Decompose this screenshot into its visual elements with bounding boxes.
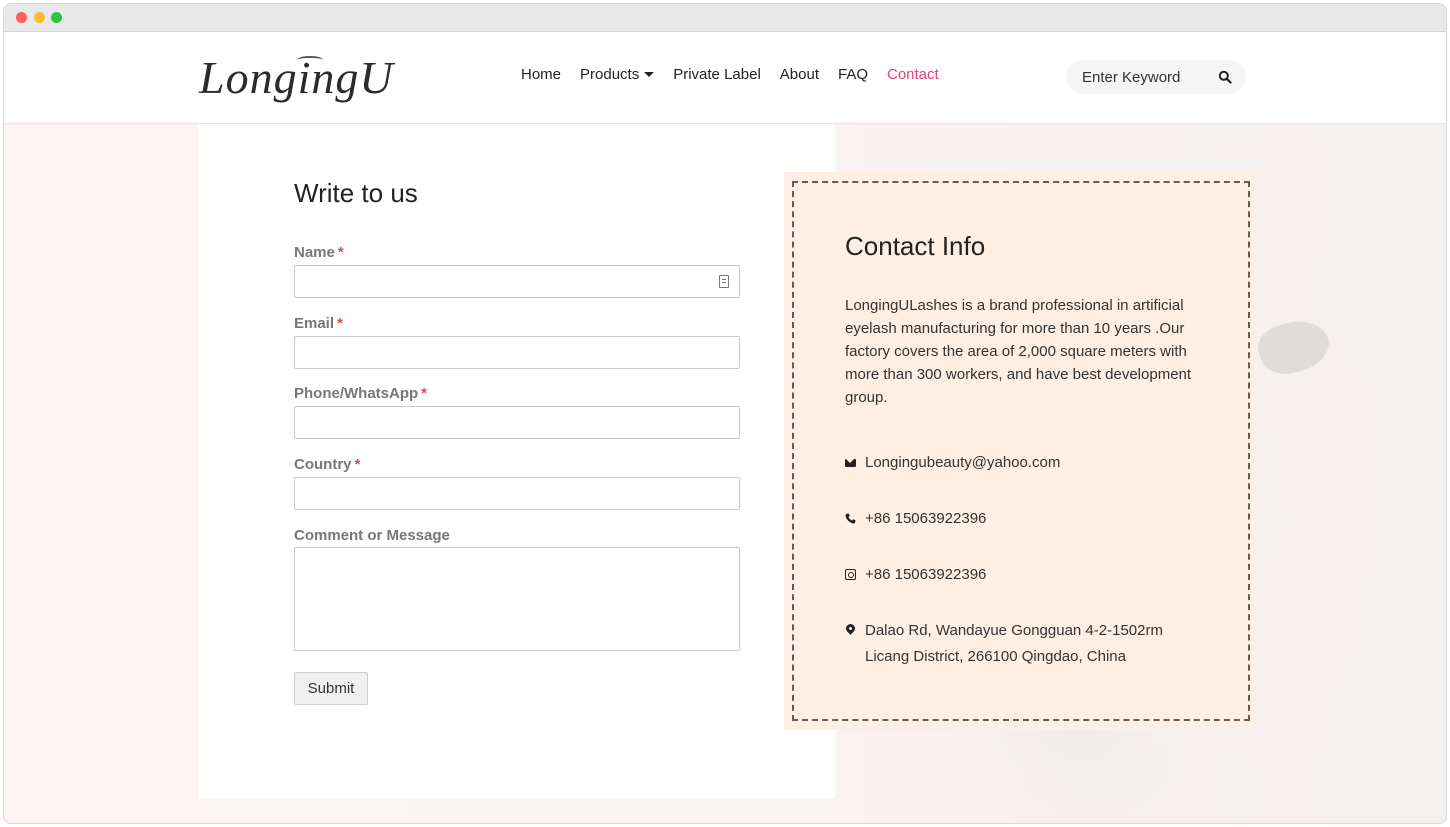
contact-card-icon	[719, 275, 729, 288]
map-pin-icon	[844, 618, 857, 644]
phone-label-text: Phone/WhatsApp	[294, 385, 419, 402]
contact-email-row[interactable]: Longingubeauty@yahoo.com	[845, 450, 1060, 476]
name-label-text: Name	[294, 244, 335, 261]
required-mark: *	[337, 315, 343, 332]
nav-item-contact[interactable]: Contact	[887, 66, 939, 83]
name-field[interactable]	[294, 265, 740, 298]
phone-label: Phone/WhatsApp *	[294, 385, 427, 402]
contact-email[interactable]: Longingubeauty@yahoo.com	[865, 450, 1060, 476]
contact-form-card: Write to us Name * Email * Phone/WhatsApp *…	[199, 124, 835, 799]
nav-item-label: Private Label	[673, 66, 761, 83]
close-window-button[interactable]	[16, 12, 27, 23]
nav-item-about[interactable]: About	[780, 66, 819, 83]
nav-item-label: FAQ	[837, 66, 868, 83]
required-mark: *	[421, 385, 428, 402]
message-label: Comment or Message	[294, 527, 450, 544]
site-header: LongingU Home Products Private Label Abo…	[4, 32, 1446, 124]
contact-whatsapp[interactable]: +86 15063922396	[865, 562, 986, 588]
country-field[interactable]	[294, 477, 740, 510]
phone-icon	[845, 506, 857, 532]
nav-item-private-label[interactable]: Private Label	[673, 66, 761, 83]
form-title: Write to us	[294, 178, 418, 208]
email-field[interactable]	[294, 336, 740, 369]
contact-address-row: Dalao Rd, Wandayue Gongguan 4-2-1502rm L…	[844, 618, 1163, 670]
site-logo[interactable]: LongingU	[199, 50, 399, 106]
eyelash-icon	[297, 56, 323, 64]
search-icon[interactable]	[1218, 70, 1232, 84]
address-line-2: Licang District, 266100 Qingdao, China	[865, 648, 1126, 665]
nav-item-label: About	[779, 66, 819, 83]
whatsapp-icon	[845, 562, 857, 588]
search-input[interactable]	[1082, 60, 1212, 94]
contact-phone-row[interactable]: +86 15063922396	[845, 506, 986, 532]
country-label: Country *	[294, 456, 360, 473]
nav-item-label: Home	[521, 66, 562, 83]
nav-item-products[interactable]: Products	[580, 66, 655, 83]
email-label: Email *	[294, 315, 343, 332]
search-box	[1066, 60, 1246, 94]
phone-field[interactable]	[294, 406, 740, 439]
contact-info-dashed-frame: Contact Info LongingULashes is a brand p…	[792, 181, 1250, 721]
contact-title: Contact Info	[845, 231, 986, 261]
envelope-icon	[845, 450, 857, 476]
contact-description: LongingULashes is a brand professional i…	[845, 297, 1192, 406]
required-mark: *	[337, 244, 344, 261]
message-textarea[interactable]	[294, 547, 740, 651]
country-label-text: Country	[294, 456, 352, 473]
window-titlebar	[4, 4, 1446, 32]
chevron-down-icon	[644, 72, 655, 77]
nav-item-label: Contact	[887, 66, 939, 83]
message-label-text: Comment or Message	[294, 527, 450, 544]
main-nav: Home Products Private Label About FAQ Co…	[521, 66, 958, 83]
nav-item-home[interactable]: Home	[521, 66, 561, 83]
maximize-window-button[interactable]	[51, 12, 62, 23]
minimize-window-button[interactable]	[34, 12, 45, 23]
nav-item-faq[interactable]: FAQ	[838, 66, 868, 83]
required-mark: *	[354, 456, 361, 473]
browser-window: LongingU Home Products Private Label Abo…	[3, 3, 1447, 824]
email-label-text: Email	[294, 315, 335, 332]
contact-info-card: Contact Info LongingULashes is a brand p…	[784, 172, 1258, 730]
contact-address: Dalao Rd, Wandayue Gongguan 4-2-1502rm L…	[865, 618, 1163, 670]
nav-item-label: Products	[580, 66, 640, 83]
address-line-1: Dalao Rd, Wandayue Gongguan 4-2-1502rm	[865, 622, 1163, 639]
contact-phone[interactable]: +86 15063922396	[865, 506, 986, 532]
name-label: Name *	[294, 244, 344, 261]
contact-whatsapp-row[interactable]: +86 15063922396	[845, 562, 986, 588]
submit-button[interactable]: Submit	[294, 672, 368, 705]
